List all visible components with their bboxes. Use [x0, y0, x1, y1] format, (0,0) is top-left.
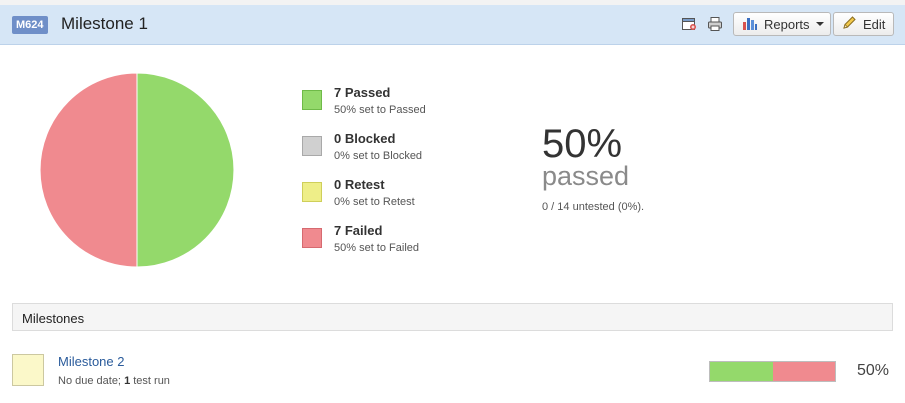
reports-button-label: Reports — [764, 16, 810, 32]
progress-failed-segment — [772, 362, 835, 381]
legend-subtitle: 0% set to Retest — [334, 196, 415, 208]
edit-button[interactable]: Edit — [833, 12, 894, 36]
bar-chart-icon — [742, 16, 758, 33]
legend-title: 7 Passed — [334, 85, 391, 100]
legend-swatch — [302, 228, 322, 248]
legend-subtitle: 50% set to Failed — [334, 242, 419, 254]
legend-subtitle: 50% set to Passed — [334, 104, 426, 116]
milestone-header: M624 Milestone 1 Reports Edit — [0, 5, 905, 45]
pie-slice-passed — [136, 72, 235, 268]
legend-swatch — [302, 136, 322, 156]
milestones-section-title: Milestones — [22, 311, 85, 326]
reports-button[interactable]: Reports — [733, 12, 831, 36]
untested-summary: 0 / 14 untested (0%). — [542, 201, 645, 213]
milestone-id-badge: M624 — [12, 16, 48, 34]
legend-title: 0 Retest — [334, 177, 385, 192]
legend-title: 0 Blocked — [334, 131, 396, 146]
milestone-due: No due date; — [58, 375, 125, 387]
legend-swatch — [302, 182, 322, 202]
milestone-details: No due date; 1 test run — [58, 375, 170, 387]
legend-subtitle: 0% set to Blocked — [334, 150, 423, 162]
export-icon[interactable] — [680, 15, 698, 33]
edit-button-label: Edit — [863, 16, 886, 32]
milestone-run-label: test run — [130, 375, 170, 387]
milestone-progress-bar — [709, 361, 836, 382]
milestones-section-header: Milestones — [12, 303, 893, 331]
milestone-percentage: 50% — [857, 362, 890, 379]
chevron-down-icon — [815, 22, 824, 26]
pie-slice-failed — [39, 72, 138, 268]
milestone-link[interactable]: Milestone 2 — [58, 354, 124, 369]
print-icon[interactable] — [706, 15, 724, 33]
passed-label: passed — [542, 161, 630, 191]
legend-title: 7 Failed — [334, 223, 383, 238]
legend-swatch — [302, 90, 322, 110]
page-title: Milestone 1 — [61, 14, 148, 33]
pencil-icon — [842, 15, 857, 33]
milestone-status-box — [12, 354, 44, 386]
status-pie-chart — [39, 72, 235, 268]
progress-passed-segment — [710, 362, 773, 381]
